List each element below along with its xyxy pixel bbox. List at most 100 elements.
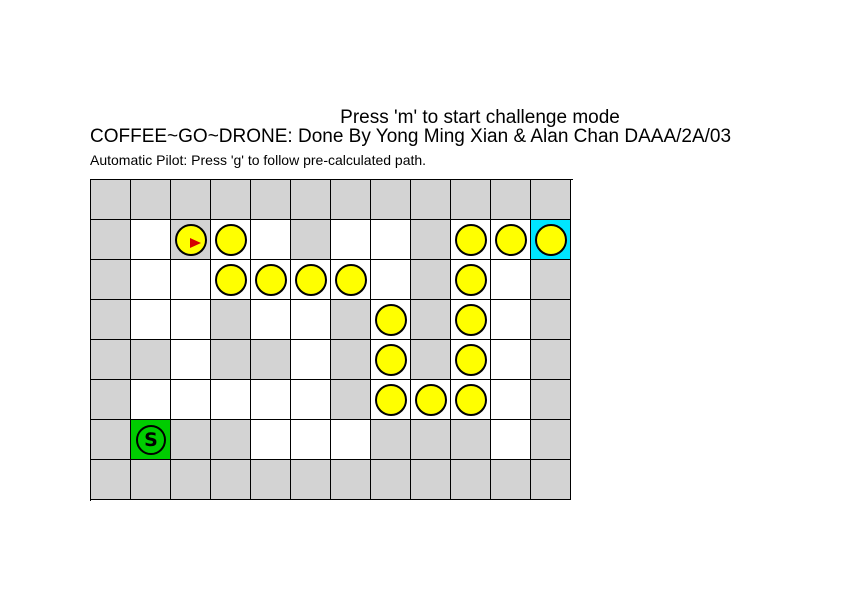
open-cell <box>251 380 291 420</box>
wall-cell <box>451 460 491 500</box>
path-cell <box>451 380 491 420</box>
open-cell <box>371 260 411 300</box>
start-cell: S <box>131 420 171 460</box>
autopilot-hint: Automatic Pilot: Press 'g' to follow pre… <box>90 152 427 168</box>
path-marker-icon <box>535 224 567 256</box>
wall-cell <box>91 380 131 420</box>
open-cell <box>251 300 291 340</box>
wall-cell <box>211 340 251 380</box>
wall-cell <box>331 460 371 500</box>
open-cell <box>331 420 371 460</box>
path-marker-icon <box>455 224 487 256</box>
path-cell <box>451 260 491 300</box>
path-marker-icon <box>335 264 367 296</box>
wall-cell <box>251 340 291 380</box>
path-marker-icon <box>455 264 487 296</box>
wall-cell <box>91 180 131 220</box>
open-cell <box>171 380 211 420</box>
path-cell <box>451 340 491 380</box>
open-cell <box>291 300 331 340</box>
wall-cell <box>171 420 211 460</box>
path-cell <box>371 300 411 340</box>
path-cell <box>291 260 331 300</box>
wall-cell <box>531 300 571 340</box>
path-marker-icon <box>215 224 247 256</box>
open-cell <box>291 420 331 460</box>
open-cell <box>131 380 171 420</box>
wall-cell <box>131 180 171 220</box>
path-marker-icon <box>175 224 207 256</box>
open-cell <box>491 420 531 460</box>
start-icon: S <box>136 425 166 455</box>
open-cell <box>491 300 531 340</box>
wall-cell <box>411 220 451 260</box>
path-marker-icon <box>295 264 327 296</box>
wall-cell <box>331 180 371 220</box>
path-marker-icon <box>495 224 527 256</box>
wall-cell <box>91 260 131 300</box>
wall-cell <box>91 220 131 260</box>
wall-cell <box>411 180 451 220</box>
open-cell <box>491 260 531 300</box>
wall-cell <box>171 180 211 220</box>
app-title: COFFEE~GO~DRONE: Done By Yong Ming Xian … <box>90 126 732 147</box>
challenge-mode-prompt: Press 'm' to start challenge mode <box>340 107 620 128</box>
path-cell <box>371 340 411 380</box>
wall-cell <box>211 460 251 500</box>
open-cell <box>291 380 331 420</box>
wall-cell <box>291 220 331 260</box>
open-cell <box>171 340 211 380</box>
open-cell <box>491 380 531 420</box>
wall-cell <box>171 460 211 500</box>
path-cell <box>251 260 291 300</box>
wall-cell <box>491 460 531 500</box>
wall-cell <box>411 300 451 340</box>
path-marker-icon <box>455 344 487 376</box>
wall-cell <box>531 260 571 300</box>
wall-cell <box>531 380 571 420</box>
maze-grid: S <box>90 179 573 501</box>
wall-cell <box>211 420 251 460</box>
open-cell <box>171 260 211 300</box>
drone-arrow-icon <box>190 238 201 248</box>
wall-cell <box>451 180 491 220</box>
wall-cell <box>411 420 451 460</box>
path-cell <box>451 300 491 340</box>
wall-cell <box>411 260 451 300</box>
path-marker-icon <box>215 264 247 296</box>
wall-cell <box>211 300 251 340</box>
open-cell <box>171 300 211 340</box>
wall-cell <box>251 460 291 500</box>
path-marker-icon <box>255 264 287 296</box>
open-cell <box>491 340 531 380</box>
wall-cell <box>451 420 491 460</box>
wall-cell <box>411 460 451 500</box>
wall-cell <box>411 340 451 380</box>
open-cell <box>371 220 411 260</box>
wall-cell <box>331 300 371 340</box>
path-cell <box>371 380 411 420</box>
open-cell <box>291 340 331 380</box>
wall-cell <box>131 340 171 380</box>
path-cell <box>211 260 251 300</box>
wall-cell <box>131 460 171 500</box>
open-cell <box>331 220 371 260</box>
drone-cell <box>171 220 211 260</box>
wall-cell <box>331 380 371 420</box>
path-marker-icon <box>375 384 407 416</box>
open-cell <box>251 420 291 460</box>
path-cell <box>331 260 371 300</box>
wall-cell <box>91 300 131 340</box>
wall-cell <box>251 180 291 220</box>
path-marker-icon <box>375 344 407 376</box>
open-cell <box>131 260 171 300</box>
wall-cell <box>531 420 571 460</box>
wall-cell <box>491 180 531 220</box>
wall-cell <box>291 180 331 220</box>
wall-cell <box>531 460 571 500</box>
wall-cell <box>331 340 371 380</box>
wall-cell <box>291 460 331 500</box>
wall-cell <box>211 180 251 220</box>
wall-cell <box>91 460 131 500</box>
open-cell <box>211 380 251 420</box>
